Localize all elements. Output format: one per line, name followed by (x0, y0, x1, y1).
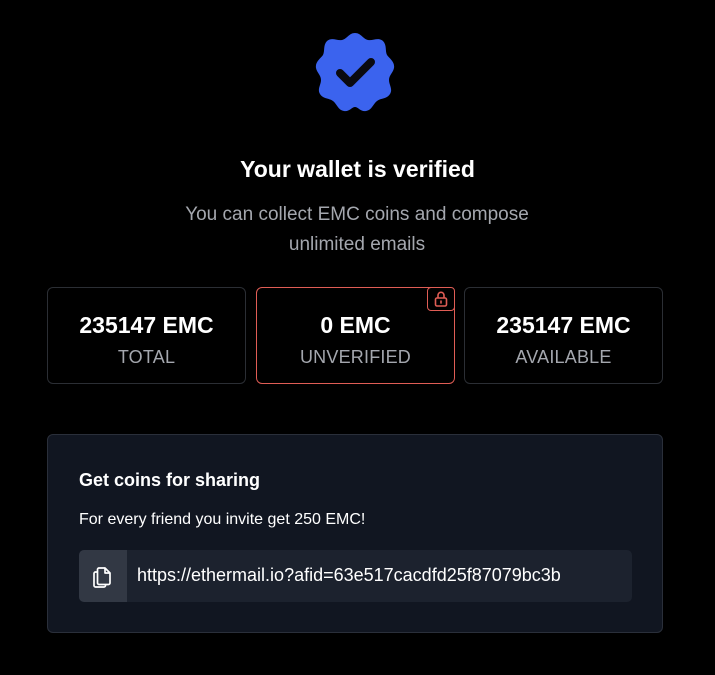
subtitle-line-2: unlimited emails (288, 234, 426, 255)
referral-link-box[interactable]: https://ethermail.io?afid=63e517cacdfd25… (79, 550, 632, 602)
lock-icon (427, 287, 455, 311)
stat-value: 235147 EMC (496, 312, 631, 338)
subtitle-line-1: You can collect EMC coins and compose (185, 204, 529, 225)
stat-card-available: 235147 EMC AVAILABLE (464, 287, 663, 384)
referral-link-text[interactable]: https://ethermail.io?afid=63e517cacdfd25… (137, 565, 624, 586)
stat-card-total: 235147 EMC TOTAL (47, 287, 246, 384)
verified-check-icon (315, 33, 395, 112)
share-description: For every friend you invite get 250 EMC! (79, 511, 366, 528)
page-title: Your wallet is verified (240, 156, 475, 182)
wallet-verified-screen: Your wallet is verified You can collect … (0, 0, 715, 675)
stat-value: 235147 EMC (79, 312, 214, 338)
stat-card-unverified: 0 EMC UNVERIFIED (256, 287, 455, 384)
page-subtitle: You can collect EMC coins and compose un… (157, 200, 557, 260)
copy-icon (93, 567, 111, 588)
stat-label: AVAILABLE (515, 347, 612, 367)
share-title: Get coins for sharing (79, 470, 261, 490)
stat-value: 0 EMC (320, 312, 391, 338)
copy-link-button[interactable] (79, 550, 127, 602)
stat-label: TOTAL (117, 347, 176, 367)
stat-label: UNVERIFIED (299, 347, 411, 367)
share-card: Get coins for sharing For every friend y… (47, 434, 663, 633)
